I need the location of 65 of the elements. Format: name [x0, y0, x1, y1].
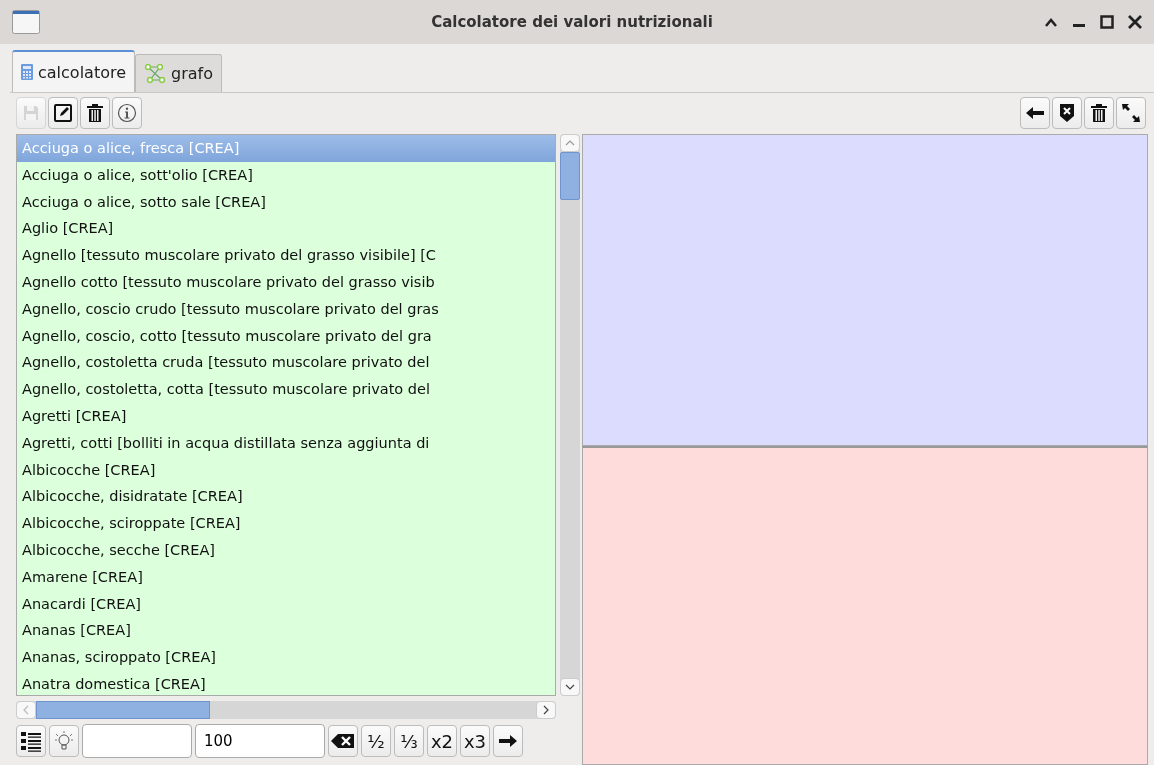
- food-list-item[interactable]: Ananas, sciroppato [CREA]: [17, 644, 555, 671]
- info-button[interactable]: [112, 97, 142, 129]
- edit-icon: [53, 103, 73, 123]
- food-list-item[interactable]: Agretti [CREA]: [17, 402, 555, 430]
- food-list-item[interactable]: Albicocche, sciroppate [CREA]: [17, 510, 555, 537]
- expand-button[interactable]: [1116, 97, 1146, 129]
- scroll-thumb[interactable]: [36, 701, 210, 719]
- lightbulb-button[interactable]: [49, 725, 79, 757]
- search-field[interactable]: [82, 724, 192, 758]
- food-list-item[interactable]: Agnello [tessuto muscolare privato del grasso visibile] [C: [17, 242, 555, 269]
- multiplier-button[interactable]: ⅓: [394, 725, 424, 757]
- backspace-button[interactable]: [328, 725, 358, 757]
- collapse-icon[interactable]: [1044, 17, 1058, 27]
- list-button[interactable]: [16, 725, 46, 757]
- trash-button[interactable]: [1084, 97, 1114, 129]
- horizontal-scrollbar[interactable]: [16, 701, 556, 719]
- food-list-item[interactable]: Albicocche, secche [CREA]: [17, 536, 555, 564]
- lightbulb-icon: [54, 730, 74, 752]
- window-icon: [12, 10, 40, 34]
- save-icon: [22, 104, 40, 122]
- info-icon: [117, 103, 137, 123]
- scroll-up-icon[interactable]: [565, 140, 575, 146]
- quantity-field[interactable]: 100: [195, 724, 325, 758]
- calculator-icon: [21, 64, 33, 80]
- scroll-down-icon[interactable]: [565, 684, 575, 690]
- food-list-item[interactable]: Albicocche, disidratate [CREA]: [17, 483, 555, 511]
- food-list-item[interactable]: Agnello cotto [tessuto muscolare privato del grasso visib: [17, 269, 555, 296]
- arrow-left-button[interactable]: [1020, 97, 1050, 129]
- maximize-icon[interactable]: [1100, 15, 1114, 29]
- food-list-item[interactable]: Agnello, coscio crudo [tessuto muscolare privato del gras: [17, 295, 555, 323]
- vertical-scrollbar[interactable]: [560, 134, 580, 696]
- food-list-item[interactable]: Aglio [CREA]: [17, 215, 555, 243]
- trash-icon: [86, 103, 104, 123]
- food-list-item[interactable]: Ananas [CREA]: [17, 617, 555, 645]
- multiplier-button[interactable]: x2: [427, 725, 457, 757]
- trash-icon: [1090, 103, 1108, 123]
- scroll-right-icon[interactable]: [543, 705, 549, 715]
- food-list-item[interactable]: Anatra domestica [CREA]: [17, 670, 555, 695]
- food-list-item[interactable]: Acciuga o alice, sotto sale [CREA]: [17, 188, 555, 216]
- food-list-item[interactable]: Acciuga o alice, sott'olio [CREA]: [17, 161, 555, 189]
- food-list-item[interactable]: Anacardi [CREA]: [17, 590, 555, 618]
- scroll-thumb[interactable]: [560, 152, 580, 200]
- food-list-item[interactable]: Amarene [CREA]: [17, 563, 555, 591]
- list-icon: [20, 730, 42, 752]
- multiplier-button[interactable]: x3: [460, 725, 490, 757]
- food-list-item[interactable]: Agnello, coscio, cotto [tessuto muscolare privato del gra: [17, 322, 555, 350]
- arrow-left-icon: [1025, 106, 1045, 120]
- trash-button[interactable]: [80, 97, 110, 129]
- arrow-right-icon: [498, 734, 518, 748]
- tab[interactable]: calcolatore: [12, 50, 135, 92]
- arrow-right-button[interactable]: [493, 725, 523, 757]
- food-list-item[interactable]: Agnello, costoletta, cotta [tessuto muscolare privato del: [17, 376, 555, 403]
- food-list-item[interactable]: Agnello, costoletta cruda [tessuto muscolare privato del: [17, 349, 555, 377]
- expand-icon: [1121, 103, 1141, 123]
- shield-x-icon: [1059, 103, 1075, 123]
- tab[interactable]: grafo: [135, 54, 222, 92]
- backspace-icon: [331, 733, 355, 749]
- edit-button[interactable]: [48, 97, 78, 129]
- graph-icon: [144, 63, 166, 84]
- close-icon[interactable]: [1128, 15, 1142, 29]
- shield-x-button[interactable]: [1052, 97, 1082, 129]
- multiplier-button[interactable]: ½: [361, 725, 391, 757]
- food-list-item[interactable]: Albicocche [CREA]: [17, 456, 555, 484]
- window-title: Calcolatore dei valori nutrizionali: [430, 13, 714, 31]
- food-list-item[interactable]: Agretti, cotti [bolliti in acqua distillata senza aggiunta di: [17, 429, 555, 457]
